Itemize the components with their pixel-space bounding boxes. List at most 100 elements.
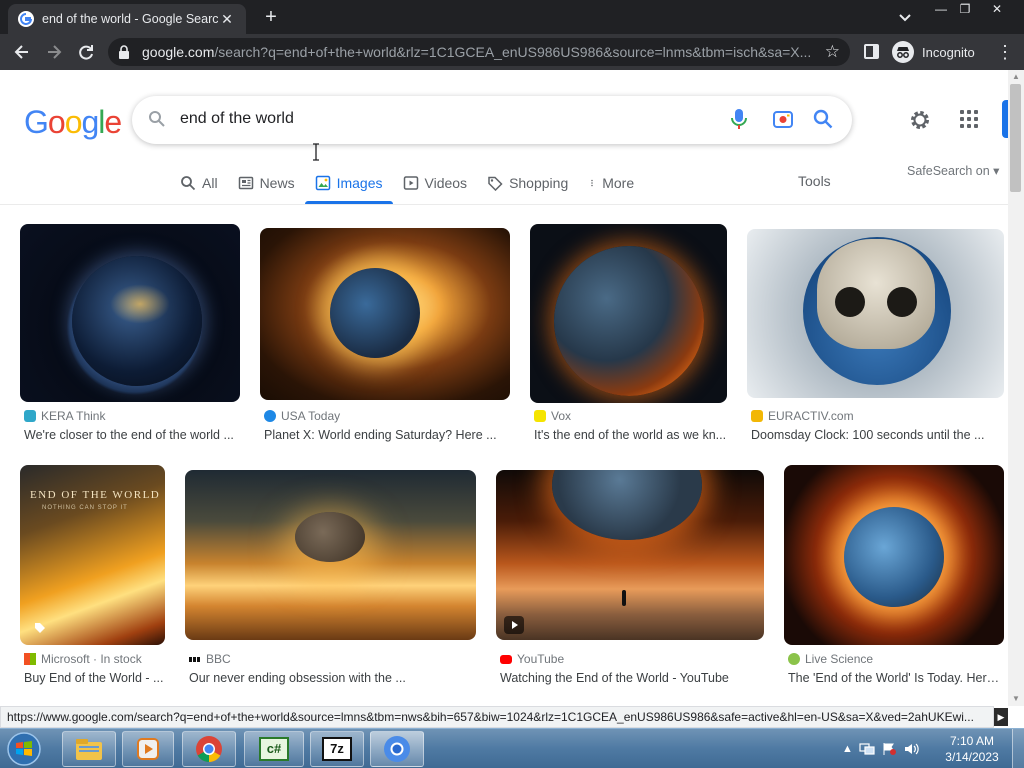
- taskbar-chromium[interactable]: [370, 731, 424, 767]
- result-thumbnail[interactable]: [530, 224, 727, 403]
- tab-search-chevron-icon[interactable]: [896, 8, 914, 26]
- tab-news-label: News: [259, 175, 295, 191]
- result-source: Microsoft · In stock: [41, 652, 142, 666]
- dots-icon: [591, 179, 593, 187]
- image-result[interactable]: Vox It's the end of the world as we kn..…: [530, 224, 727, 449]
- result-source: YouTube: [517, 652, 565, 666]
- image-result[interactable]: END OF THE WORLD NOTHING CAN STOP IT Mic…: [20, 465, 165, 690]
- close-tab-icon[interactable]: ✕: [218, 11, 236, 28]
- result-title[interactable]: Our never ending obsession with the ...: [189, 671, 476, 685]
- search-box[interactable]: end of the world: [132, 96, 852, 161]
- maximize-button[interactable]: ❐: [950, 0, 980, 18]
- taskbar-clock[interactable]: 7:10 AM 3/14/2023: [944, 733, 1000, 765]
- image-result[interactable]: EURACTIV.com Doomsday Clock: 100 seconds…: [747, 224, 1004, 449]
- result-thumbnail[interactable]: [784, 465, 1004, 645]
- page-scrollbar[interactable]: ▲ ▼: [1008, 70, 1024, 706]
- taskbar-csharp[interactable]: c#: [244, 731, 304, 767]
- youtube-logo-icon: [500, 654, 512, 664]
- tab-all-label: All: [202, 175, 218, 191]
- browser-menu-icon[interactable]: ⋮: [996, 42, 1014, 62]
- result-title[interactable]: Doomsday Clock: 100 seconds until the ..…: [751, 428, 1004, 442]
- result-title[interactable]: The 'End of the World' Is Today. Here'..…: [788, 671, 1004, 685]
- reload-icon[interactable]: [76, 42, 96, 62]
- result-thumbnail[interactable]: [260, 228, 510, 400]
- voice-search-icon[interactable]: [730, 108, 748, 130]
- incognito-icon: [892, 41, 914, 63]
- taskbar-7zip[interactable]: 7z: [310, 731, 364, 767]
- result-title[interactable]: It's the end of the world as we kn...: [534, 428, 727, 442]
- result-title[interactable]: Watching the End of the World - YouTube: [500, 671, 764, 685]
- scrollbar-thumb[interactable]: [1010, 84, 1021, 192]
- google-apps-icon[interactable]: [960, 110, 978, 128]
- forward-arrow-icon[interactable]: [44, 42, 64, 62]
- network-icon[interactable]: [859, 742, 875, 756]
- search-icon: [149, 111, 165, 127]
- image-result[interactable]: USA Today Planet X: World ending Saturda…: [260, 224, 510, 449]
- result-source: Live Science: [805, 652, 874, 666]
- result-source: KERA Think: [41, 409, 106, 423]
- result-thumbnail[interactable]: END OF THE WORLD NOTHING CAN STOP IT: [20, 465, 165, 645]
- tab-images[interactable]: Images: [304, 162, 393, 204]
- result-thumbnail[interactable]: [747, 229, 1004, 398]
- tools-button[interactable]: Tools: [798, 173, 831, 189]
- result-source: Vox: [551, 409, 572, 423]
- settings-gear-icon[interactable]: [908, 108, 932, 132]
- show-desktop-button[interactable]: [1012, 729, 1024, 768]
- start-button-icon[interactable]: [4, 731, 44, 767]
- image-result[interactable]: Live Science The 'End of the World' Is T…: [784, 465, 1004, 690]
- address-bar[interactable]: google.com/search?q=end+of+the+world&rlz…: [108, 38, 850, 66]
- clock-time: 7:10 AM: [949, 734, 995, 748]
- tray-expand-icon[interactable]: ▲: [842, 743, 853, 755]
- link-status-bar: https://www.google.com/search?q=end+of+t…: [0, 706, 994, 728]
- tab-more[interactable]: More: [578, 162, 644, 204]
- play-icon: [403, 176, 418, 190]
- side-panel-icon[interactable]: [864, 44, 879, 59]
- search-submit-icon[interactable]: [812, 108, 834, 130]
- result-title[interactable]: Planet X: World ending Saturday? Here ..…: [264, 428, 510, 442]
- chromium-icon: [384, 736, 410, 762]
- action-center-flag-icon[interactable]: [881, 742, 897, 756]
- tab-title: end of the world - Google Search: [42, 12, 218, 26]
- result-thumbnail[interactable]: [20, 224, 240, 402]
- incognito-indicator[interactable]: Incognito: [892, 40, 975, 64]
- media-player-icon: [137, 738, 159, 760]
- scroll-down-icon[interactable]: ▼: [1011, 694, 1021, 704]
- tag-icon: [488, 176, 503, 191]
- windows-taskbar: c# 7z ▲ 7:10 AM 3/14/2023: [0, 728, 1024, 768]
- source-favicon-icon: [264, 410, 276, 422]
- url-text[interactable]: google.com/search?q=end+of+the+world&rlz…: [142, 44, 817, 60]
- tab-videos[interactable]: Videos: [393, 162, 478, 204]
- result-title[interactable]: We're closer to the end of the world ...: [24, 428, 240, 442]
- tab-all[interactable]: All: [170, 162, 228, 204]
- result-title[interactable]: Buy End of the World - ...: [24, 671, 165, 685]
- cover-tagline: NOTHING CAN STOP IT: [42, 505, 128, 511]
- browser-tab[interactable]: end of the world - Google Search ✕: [8, 4, 246, 34]
- source-favicon-icon: [534, 410, 546, 422]
- image-result[interactable]: BBC Our never ending obsession with the …: [185, 465, 476, 690]
- lock-icon[interactable]: [118, 45, 130, 59]
- volume-icon[interactable]: [903, 742, 919, 756]
- tab-shopping[interactable]: Shopping: [477, 162, 578, 204]
- clock-date: 3/14/2023: [945, 750, 999, 764]
- url-host: google.com: [142, 44, 215, 60]
- image-result[interactable]: KERA Think We're closer to the end of th…: [20, 224, 240, 449]
- status-scroll-right-icon: ▶: [994, 708, 1008, 726]
- taskbar-media-player[interactable]: [122, 731, 174, 767]
- tab-news[interactable]: News: [228, 162, 305, 204]
- scroll-up-icon[interactable]: ▲: [1011, 72, 1021, 82]
- taskbar-chrome[interactable]: [182, 731, 236, 767]
- result-thumbnail[interactable]: [496, 470, 764, 640]
- google-logo[interactable]: Google: [24, 104, 122, 141]
- google-lens-icon[interactable]: [772, 108, 794, 130]
- image-result[interactable]: YouTube Watching the End of the World - …: [496, 465, 764, 690]
- back-arrow-icon[interactable]: [12, 42, 32, 62]
- search-type-tabs: All News Images Videos Shopping More: [170, 162, 644, 204]
- bbc-logo-icon: [189, 656, 201, 662]
- safesearch-toggle[interactable]: SafeSearch on ▾: [907, 163, 999, 178]
- window-close-button[interactable]: ✕: [982, 0, 1012, 18]
- new-tab-icon[interactable]: +: [260, 6, 282, 28]
- result-thumbnail[interactable]: [185, 470, 476, 640]
- taskbar-explorer[interactable]: [62, 731, 116, 767]
- search-input[interactable]: end of the world: [180, 110, 294, 128]
- bookmark-star-icon[interactable]: ☆: [825, 42, 840, 62]
